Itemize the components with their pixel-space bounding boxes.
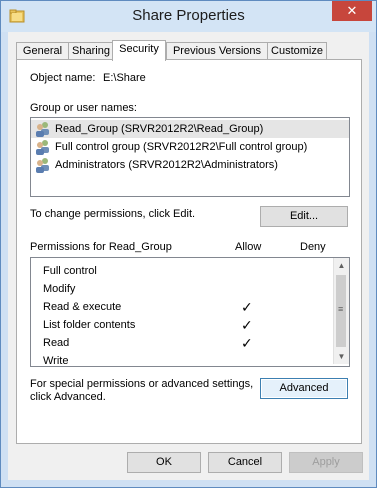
allow-check-icon: ✓ xyxy=(241,317,253,333)
allow-check-icon: ✓ xyxy=(241,335,253,351)
apply-button[interactable]: Apply xyxy=(289,452,363,473)
scroll-thumb[interactable]: ≡ xyxy=(336,275,346,347)
change-permissions-text: To change permissions, click Edit. xyxy=(30,208,196,220)
tab-customize[interactable]: Customize xyxy=(267,42,327,60)
permission-name: Full control xyxy=(43,265,97,277)
permissions-list: Full control Modify Read & execute ✓ Lis… xyxy=(30,257,350,367)
advanced-button[interactable]: Advanced xyxy=(260,378,348,399)
tab-general[interactable]: General xyxy=(16,42,69,60)
permission-row-modify: Modify xyxy=(31,281,339,299)
user-row-read-group[interactable]: Read_Group (SRVR2012R2\Read_Group) xyxy=(31,120,349,138)
user-row-full-control-group[interactable]: Full control group (SRVR2012R2\Full cont… xyxy=(31,138,349,156)
edit-button[interactable]: Edit... xyxy=(260,206,348,227)
close-button[interactable]: ✕ xyxy=(332,1,372,21)
group-icon xyxy=(36,140,49,155)
advanced-settings-text-line2: click Advanced. xyxy=(30,391,106,403)
permission-name: Read xyxy=(43,337,70,349)
close-icon: ✕ xyxy=(346,3,358,18)
permission-row-full-control: Full control xyxy=(31,263,339,281)
tab-sharing[interactable]: Sharing xyxy=(68,42,114,60)
user-label: Administrators (SRVR2012R2\Administrator… xyxy=(55,159,278,171)
permission-name: Modify xyxy=(43,283,76,295)
group-icon xyxy=(36,122,49,137)
permissions-header: Permissions for Read_Group xyxy=(30,241,172,253)
ok-button[interactable]: OK xyxy=(127,452,201,473)
user-label: Read_Group (SRVR2012R2\Read_Group) xyxy=(55,123,264,135)
tab-security[interactable]: Security xyxy=(112,40,166,61)
user-row-administrators[interactable]: Administrators (SRVR2012R2\Administrator… xyxy=(31,156,349,174)
advanced-settings-text-line1: For special permissions or advanced sett… xyxy=(30,378,254,390)
user-label: Full control group (SRVR2012R2\Full cont… xyxy=(55,141,308,153)
permission-row-list-folder-contents: List folder contents ✓ xyxy=(31,317,339,335)
scroll-up-icon[interactable]: ▲ xyxy=(334,258,349,273)
deny-header: Deny xyxy=(300,241,326,253)
properties-window: Share Properties ✕ General Sharing Secur… xyxy=(0,0,377,488)
title-bar[interactable]: Share Properties ✕ xyxy=(1,1,376,32)
group-or-user-names-label: Group or user names: xyxy=(30,102,137,114)
window-title: Share Properties xyxy=(132,7,245,24)
permission-name: List folder contents xyxy=(43,319,136,331)
tab-previous-versions[interactable]: Previous Versions xyxy=(166,42,268,60)
permission-row-write: Write xyxy=(31,353,339,371)
allow-header: Allow xyxy=(235,241,262,253)
allow-check-icon: ✓ xyxy=(241,299,253,315)
security-tab-panel: Object name: E:\Share Group or user name… xyxy=(16,59,362,444)
permission-row-read: Read ✓ xyxy=(31,335,339,353)
permissions-scrollbar[interactable]: ▲ ≡ ▼ xyxy=(333,258,349,364)
permission-name: Read & execute xyxy=(43,301,122,313)
object-name-value: E:\Share xyxy=(103,72,146,84)
dialog-client-area: General Sharing Security Previous Versio… xyxy=(8,32,369,480)
permission-row-read-execute: Read & execute ✓ xyxy=(31,299,339,317)
group-icon xyxy=(36,158,49,173)
object-name-label: Object name: xyxy=(30,72,96,84)
permission-name: Write xyxy=(43,355,69,367)
grip-icon: ≡ xyxy=(338,304,344,314)
cancel-button[interactable]: Cancel xyxy=(208,452,282,473)
group-user-list[interactable]: Read_Group (SRVR2012R2\Read_Group) Full … xyxy=(30,117,350,197)
scroll-down-icon[interactable]: ▼ xyxy=(334,349,349,364)
